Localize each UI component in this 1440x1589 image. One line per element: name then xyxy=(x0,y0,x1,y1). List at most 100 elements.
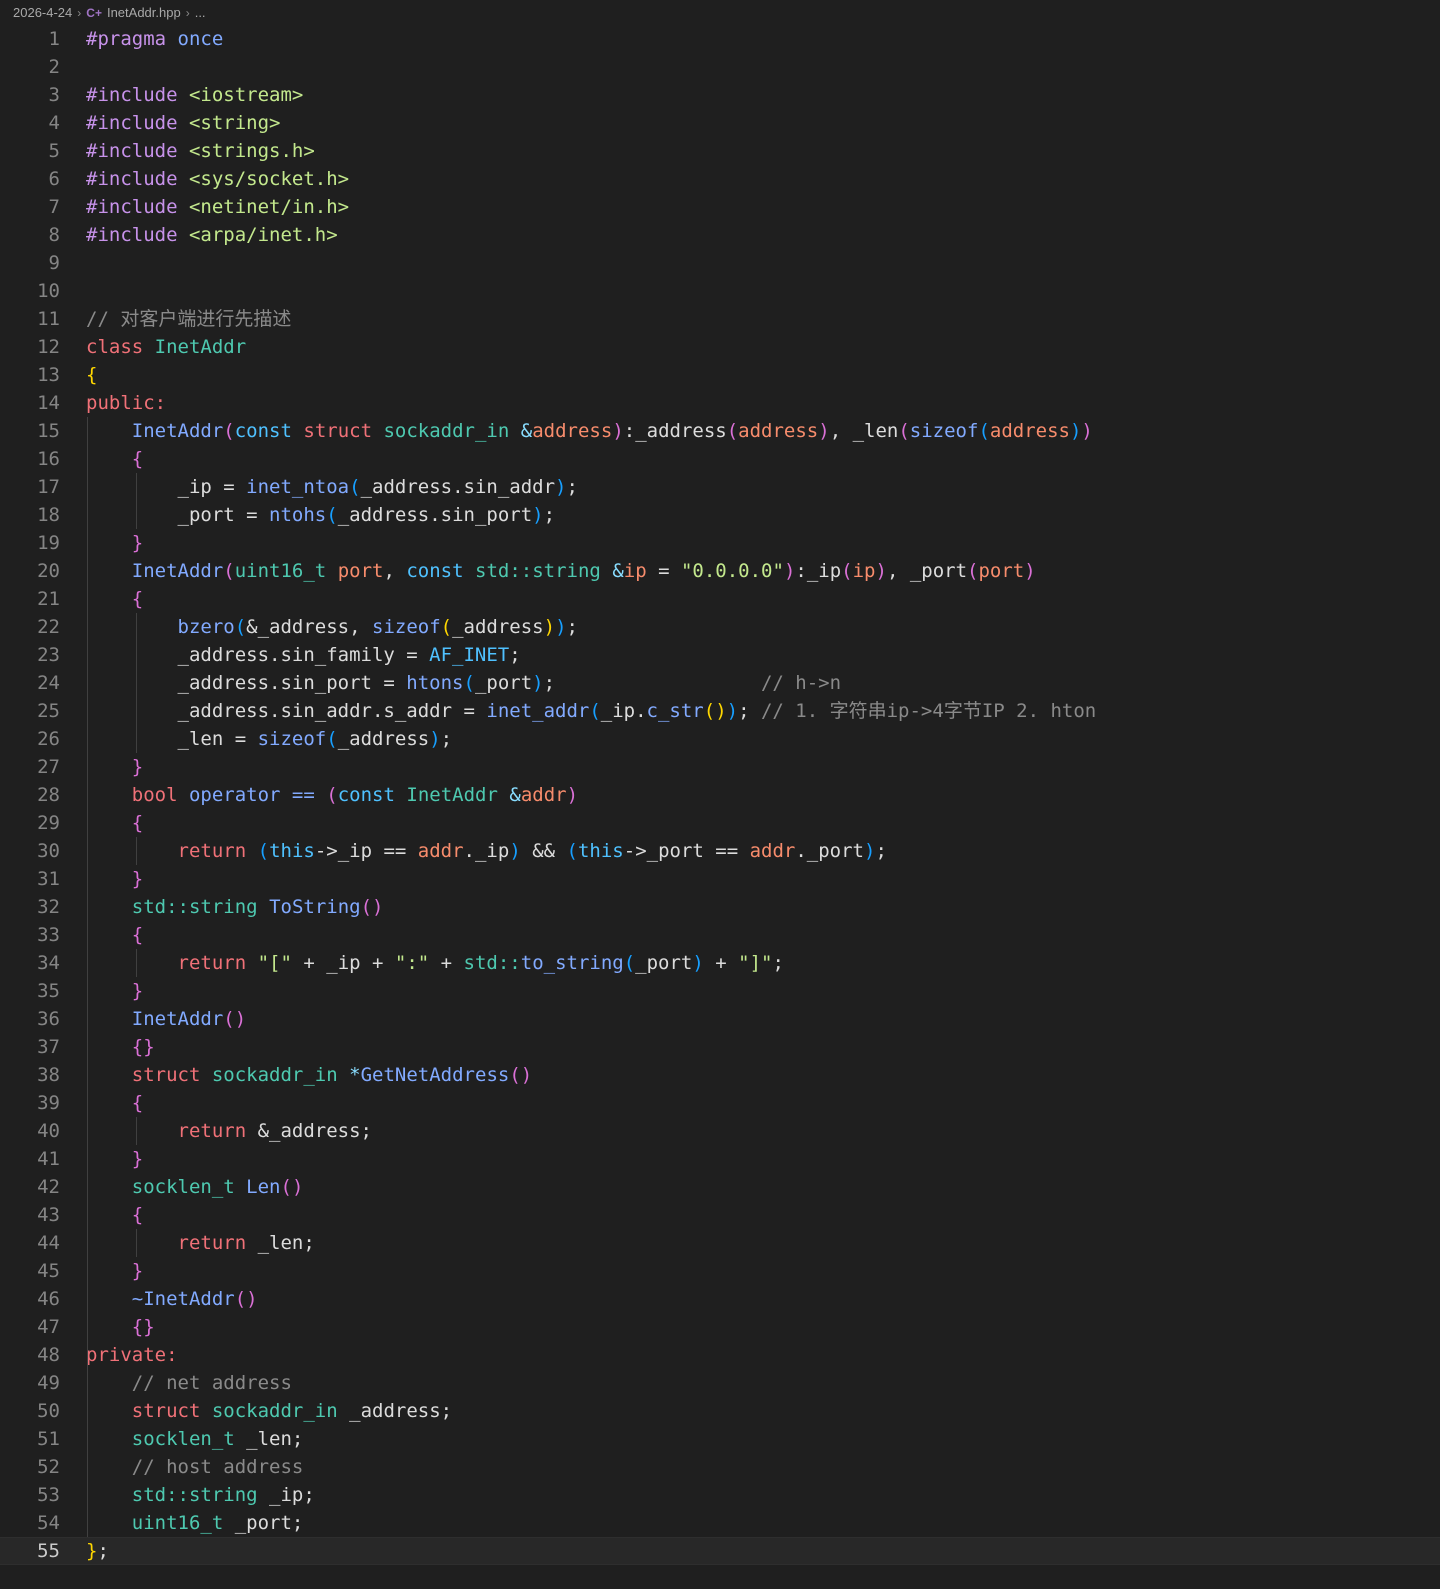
code-line[interactable]: 15 InetAddr(const struct sockaddr_in &ad… xyxy=(0,417,1440,445)
code-line[interactable]: 30 return (this->_ip == addr._ip) && (th… xyxy=(0,837,1440,865)
code-line[interactable]: 36 InetAddr() xyxy=(0,1005,1440,1033)
code-line[interactable]: 9 xyxy=(0,249,1440,277)
code-text: std::string _ip; xyxy=(60,1481,315,1509)
line-number: 39 xyxy=(37,1092,60,1114)
code-line[interactable]: 8 #include <arpa/inet.h> xyxy=(0,221,1440,249)
line-number: 54 xyxy=(37,1512,60,1534)
code-line[interactable]: 49 // net address xyxy=(0,1369,1440,1397)
code-line[interactable]: 12 class InetAddr xyxy=(0,333,1440,361)
line-number: 21 xyxy=(37,588,60,610)
code-line[interactable]: 44 return _len; xyxy=(0,1229,1440,1257)
breadcrumb-file[interactable]: InetAddr.hpp xyxy=(107,5,181,20)
line-number: 55 xyxy=(37,1540,60,1562)
code-line[interactable]: 16 { xyxy=(0,445,1440,473)
code-text: std::string ToString() xyxy=(60,893,383,921)
code-line[interactable]: 43 { xyxy=(0,1201,1440,1229)
code-text: #include <strings.h> xyxy=(86,140,315,162)
code-text: public: xyxy=(86,392,167,414)
code-line[interactable]: 19 } xyxy=(0,529,1440,557)
code-line[interactable]: 55}; xyxy=(0,1537,1440,1565)
line-number: 23 xyxy=(37,644,60,666)
code-line[interactable]: 34 return "[" + _ip + ":" + std::to_stri… xyxy=(0,949,1440,977)
line-number: 53 xyxy=(37,1484,60,1506)
code-line[interactable]: 14 public: xyxy=(0,389,1440,417)
code-line[interactable]: 5 #include <strings.h> xyxy=(0,137,1440,165)
code-line[interactable]: 46 ~InetAddr() xyxy=(0,1285,1440,1313)
line-number: 31 xyxy=(37,868,60,890)
code-line[interactable]: 33 { xyxy=(0,921,1440,949)
line-number: 28 xyxy=(37,784,60,806)
code-line[interactable]: 39 { xyxy=(0,1089,1440,1117)
code-text: _address.sin_addr.s_addr = inet_addr(_ip… xyxy=(60,697,1096,725)
line-number: 1 xyxy=(48,28,60,50)
code-text: } xyxy=(60,865,143,893)
code-line[interactable]: 35 } xyxy=(0,977,1440,1005)
line-number: 40 xyxy=(37,1120,60,1142)
code-line[interactable]: 23 _address.sin_family = AF_INET; xyxy=(0,641,1440,669)
code-line[interactable]: 24 _address.sin_port = htons(_port); // … xyxy=(0,669,1440,697)
code-line[interactable]: 27 } xyxy=(0,753,1440,781)
code-line[interactable]: 54 uint16_t _port; xyxy=(0,1509,1440,1537)
code-text: _len = sizeof(_address); xyxy=(60,725,452,753)
code-line[interactable]: 3 #include <iostream> xyxy=(0,81,1440,109)
code-text: _address.sin_family = AF_INET; xyxy=(60,641,521,669)
code-line[interactable]: 10 xyxy=(0,277,1440,305)
code-line[interactable]: 6 #include <sys/socket.h> xyxy=(0,165,1440,193)
code-line[interactable]: 13 { xyxy=(0,361,1440,389)
line-number: 46 xyxy=(37,1288,60,1310)
code-line[interactable]: 31 } xyxy=(0,865,1440,893)
line-number: 15 xyxy=(37,420,60,442)
code-line[interactable]: 47 {} xyxy=(0,1313,1440,1341)
code-line[interactable]: 2 xyxy=(0,53,1440,81)
line-number: 42 xyxy=(37,1176,60,1198)
code-text: { xyxy=(60,1201,143,1229)
line-number: 24 xyxy=(37,672,60,694)
code-editor[interactable]: 1 #pragma once 2 3 #include <iostream> 4 #inc… xyxy=(0,25,1440,1565)
code-line[interactable]: 26 _len = sizeof(_address); xyxy=(0,725,1440,753)
line-number: 6 xyxy=(48,168,60,190)
code-line[interactable]: 11 // 对客户端进行先描述 xyxy=(0,305,1440,333)
code-line[interactable]: 25 _address.sin_addr.s_addr = inet_addr(… xyxy=(0,697,1440,725)
code-line[interactable]: 28 bool operator == (const InetAddr &add… xyxy=(0,781,1440,809)
chevron-right-icon: › xyxy=(185,5,190,20)
code-line[interactable]: 52 // host address xyxy=(0,1453,1440,1481)
code-line[interactable]: 21 { xyxy=(0,585,1440,613)
line-number: 36 xyxy=(37,1008,60,1030)
code-line[interactable]: 22 bzero(&_address, sizeof(_address)); xyxy=(0,613,1440,641)
line-number: 4 xyxy=(48,112,60,134)
line-number: 41 xyxy=(37,1148,60,1170)
code-text: private: xyxy=(60,1341,178,1369)
code-line[interactable]: 50 struct sockaddr_in _address; xyxy=(0,1397,1440,1425)
code-line[interactable]: 38 struct sockaddr_in *GetNetAddress() xyxy=(0,1061,1440,1089)
code-text: #include <string> xyxy=(86,112,281,134)
line-number: 34 xyxy=(37,952,60,974)
code-line[interactable]: 7 #include <netinet/in.h> xyxy=(0,193,1440,221)
line-number: 12 xyxy=(37,336,60,358)
code-line[interactable]: 4 #include <string> xyxy=(0,109,1440,137)
code-line[interactable]: 45 } xyxy=(0,1257,1440,1285)
code-line[interactable]: 18 _port = ntohs(_address.sin_port); xyxy=(0,501,1440,529)
code-line[interactable]: 29 { xyxy=(0,809,1440,837)
line-number: 52 xyxy=(37,1456,60,1478)
code-line[interactable]: 37 {} xyxy=(0,1033,1440,1061)
code-line[interactable]: 17 _ip = inet_ntoa(_address.sin_addr); xyxy=(0,473,1440,501)
line-number: 9 xyxy=(48,252,60,274)
line-number: 3 xyxy=(48,84,60,106)
line-number: 10 xyxy=(37,280,60,302)
line-number: 37 xyxy=(37,1036,60,1058)
code-text: class InetAddr xyxy=(86,336,247,358)
code-text: #include <netinet/in.h> xyxy=(86,196,350,218)
code-line[interactable]: 51 socklen_t _len; xyxy=(0,1425,1440,1453)
breadcrumb-folder[interactable]: 2026-4-24 xyxy=(13,5,72,20)
code-line[interactable]: 48 private: xyxy=(0,1341,1440,1369)
code-line[interactable]: 32 std::string ToString() xyxy=(0,893,1440,921)
code-line[interactable]: 41 } xyxy=(0,1145,1440,1173)
code-text: { xyxy=(60,809,143,837)
code-line[interactable]: 53 std::string _ip; xyxy=(0,1481,1440,1509)
code-line[interactable]: 42 socklen_t Len() xyxy=(0,1173,1440,1201)
code-text: } xyxy=(60,753,143,781)
breadcrumb-more[interactable]: ... xyxy=(195,5,206,20)
code-line[interactable]: 40 return &_address; xyxy=(0,1117,1440,1145)
code-line[interactable]: 20 InetAddr(uint16_t port, const std::st… xyxy=(0,557,1440,585)
code-line[interactable]: 1 #pragma once xyxy=(0,25,1440,53)
